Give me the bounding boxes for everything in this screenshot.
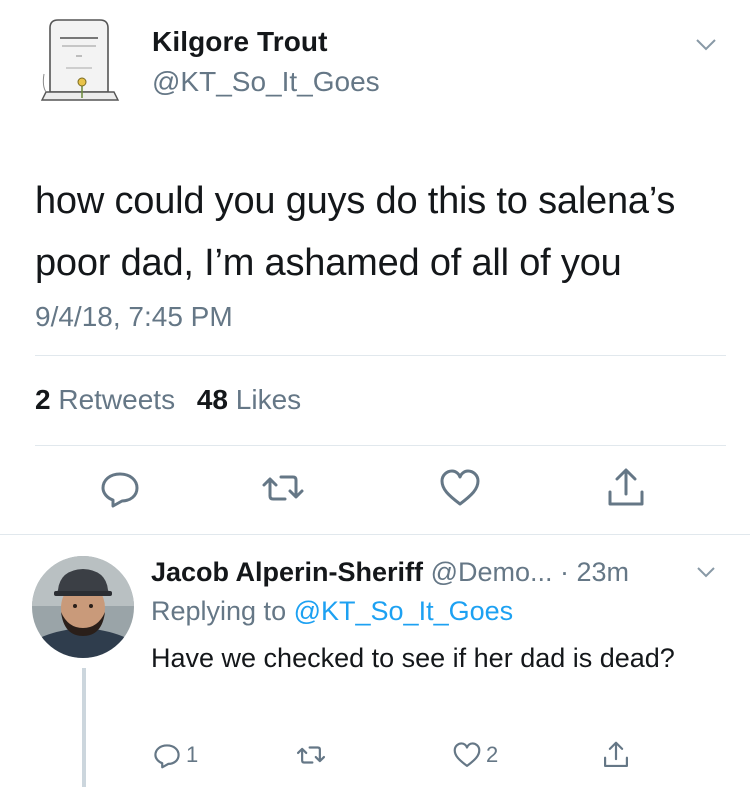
thread-connector-line — [82, 668, 86, 787]
likes-count[interactable]: 48 — [197, 384, 228, 415]
chevron-down-icon[interactable] — [695, 37, 717, 53]
user-photo-avatar — [32, 556, 134, 658]
retweet-icon — [296, 746, 326, 764]
share-button[interactable] — [604, 466, 648, 510]
share-icon — [604, 741, 628, 767]
reply-share-button[interactable] — [601, 739, 631, 771]
gravestone-avatar-icon — [36, 14, 126, 104]
reply-header: Jacob Alperin-Sheriff @Demo... · 23m — [151, 557, 629, 588]
engagement-stats[interactable]: 2 Retweets 48 Likes — [35, 384, 301, 416]
reply-reply-button[interactable]: 1 — [152, 739, 198, 771]
reply-icon — [154, 744, 180, 769]
author-handle[interactable]: @KT_So_It_Goes — [152, 66, 380, 98]
reply-text: Have we checked to see if her dad is dea… — [151, 643, 675, 673]
reply-author-avatar[interactable] — [32, 556, 134, 658]
retweet-button[interactable] — [261, 466, 305, 510]
tweet-text: how could you guys do this to salena’s p… — [35, 180, 676, 284]
reply-author-handle[interactable]: @Demo... — [431, 557, 553, 587]
replying-to: Replying to @KT_So_It_Goes — [151, 596, 513, 627]
retweet-icon — [262, 475, 304, 501]
like-icon — [440, 469, 480, 506]
reply-time: · 23m — [560, 557, 630, 587]
retweets-count[interactable]: 2 — [35, 384, 51, 415]
reply-retweet-button[interactable] — [296, 739, 330, 771]
like-icon — [453, 742, 481, 767]
divider — [0, 534, 750, 535]
reply-like-button[interactable]: 2 — [452, 739, 498, 771]
divider — [35, 355, 726, 356]
chevron-down-icon[interactable] — [696, 565, 716, 579]
share-icon — [608, 468, 644, 506]
reply-like-count: 2 — [486, 742, 499, 767]
tweet-timestamp: 9/4/18, 7:45 PM — [35, 301, 233, 332]
like-button[interactable] — [438, 466, 482, 510]
replying-to-handle[interactable]: @KT_So_It_Goes — [294, 596, 514, 626]
likes-label[interactable]: Likes — [236, 384, 301, 415]
reply-reply-count: 1 — [186, 742, 199, 767]
retweets-label[interactable]: Retweets — [58, 384, 175, 415]
divider — [35, 445, 726, 446]
author-avatar[interactable] — [36, 14, 126, 104]
reply-author-name[interactable]: Jacob Alperin-Sheriff — [151, 557, 423, 587]
replying-to-label: Replying to — [151, 596, 287, 626]
reply-icon — [101, 472, 139, 508]
author-name[interactable]: Kilgore Trout — [152, 26, 328, 58]
reply-button[interactable] — [98, 466, 142, 510]
